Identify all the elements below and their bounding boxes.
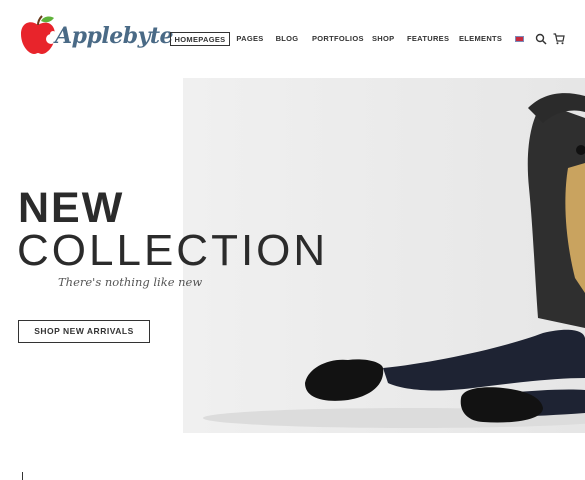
shop-new-arrivals-button[interactable]: SHOP NEW ARRIVALS xyxy=(18,320,150,343)
nav-portfolios[interactable]: PORTFOLIOS xyxy=(312,32,363,46)
apple-logo-icon xyxy=(21,15,56,54)
nav-blog[interactable]: BLOG xyxy=(275,32,299,46)
site-logo[interactable]: Applebyte xyxy=(20,15,174,57)
nav-features[interactable]: FEATURES xyxy=(407,32,449,46)
hero-title-collection: COLLECTION xyxy=(17,226,329,275)
nav-pages[interactable]: PAGES xyxy=(236,32,264,46)
nav-shop[interactable]: SHOP xyxy=(372,32,394,46)
nav-homepages[interactable]: HOMEPAGES xyxy=(170,32,230,46)
text-cursor-mark xyxy=(22,472,23,480)
hero-title-new: NEW xyxy=(18,184,125,232)
logo-text: Applebyte xyxy=(55,23,174,49)
search-icon[interactable] xyxy=(535,33,547,45)
cart-icon[interactable] xyxy=(553,33,565,45)
hero-subtitle: There's nothing like new xyxy=(58,275,203,289)
nav-elements[interactable]: ELEMENTS xyxy=(459,32,502,46)
flag-uk-icon[interactable] xyxy=(515,36,524,42)
site-header: Applebyte HOMEPAGES PAGES BLOG PORTFOLIO… xyxy=(0,0,585,78)
